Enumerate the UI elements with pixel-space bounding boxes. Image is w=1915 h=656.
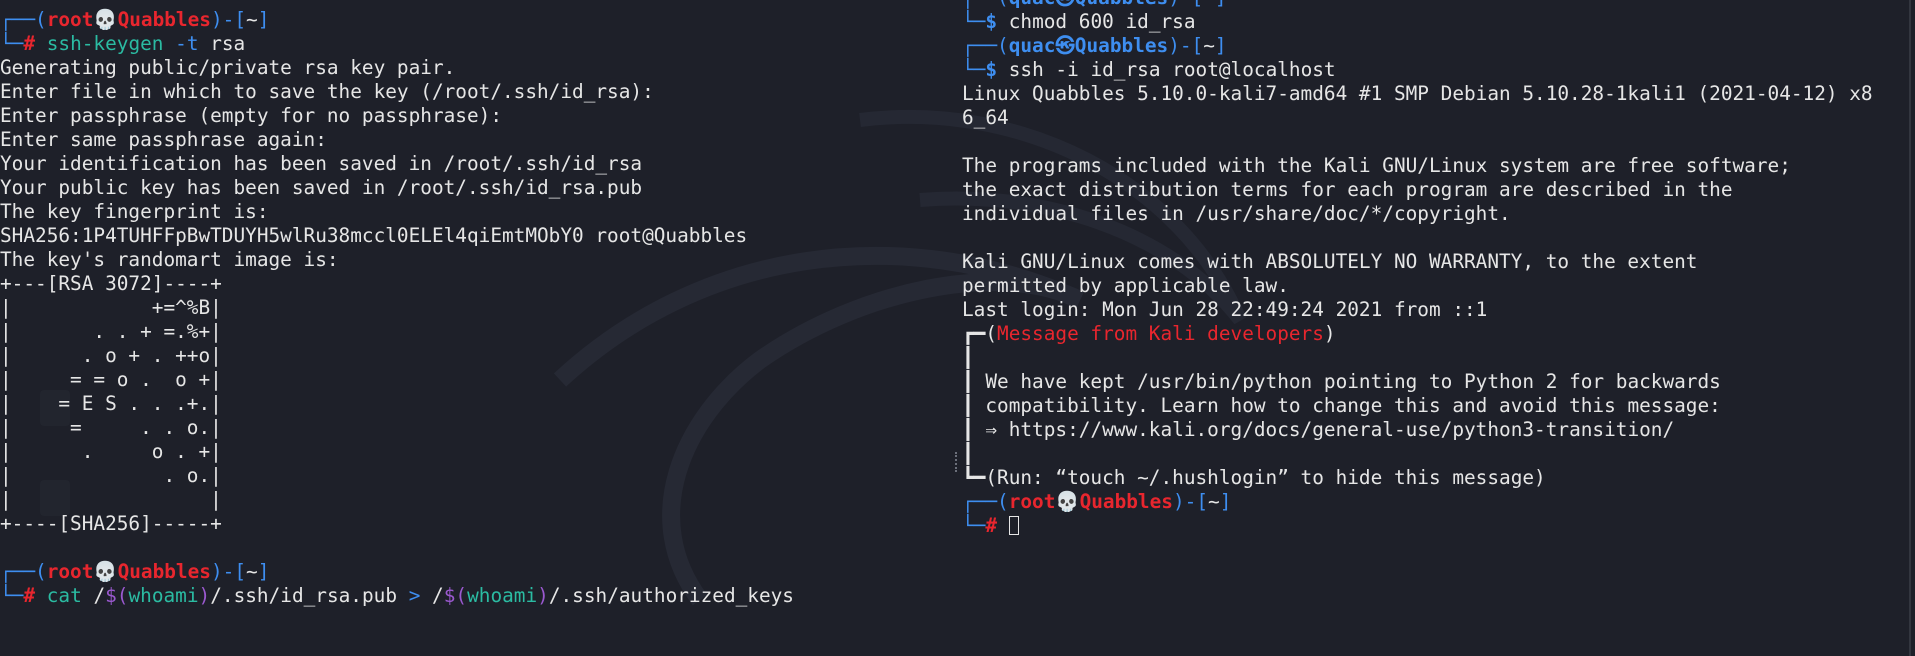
terminal-pane-left[interactable]: ┌──(root💀Quabbles)-[~] └─# ssh-keygen -t… [0, 8, 955, 648]
skull-icon: 💀 [93, 8, 118, 31]
terminal-pane-right[interactable]: ┌──(quac㉿Quabbles)-[~] └─$ chmod 600 id_… [962, 0, 1907, 626]
command-line: └─# ssh-keygen -t rsa [0, 32, 246, 55]
prompt-header: ┌──(quac㉿Quabbles)-[~] [962, 34, 1227, 57]
prompt-header: ┌──(root💀Quabbles)-[~] [0, 8, 270, 31]
kali-developer-message: ┏━(Message from Kali developers) ┃ ┃ We … [962, 322, 1721, 489]
text-cursor [1008, 516, 1019, 535]
command-output: Generating public/private rsa key pair. … [0, 56, 748, 535]
command-line: └─$ ssh -i id_rsa root@localhost [962, 58, 1336, 81]
command-line: └─$ chmod 600 id_rsa [962, 10, 1196, 33]
prompt-header: ┌──(quac㉿Quabbles)-[~] [962, 0, 1907, 10]
login-banner: Linux Quabbles 5.10.0-kali7-amd64 #1 SMP… [962, 82, 1873, 321]
pane-split-handle[interactable] [955, 452, 959, 472]
command-line[interactable]: └─# cat /$(whoami)/.ssh/id_rsa.pub > /$(… [0, 584, 955, 608]
message-title: Message from Kali developers [997, 322, 1324, 345]
prompt-header: ┌──(root💀Quabbles)-[~] [962, 490, 1232, 513]
skull-icon: 💀 [93, 560, 118, 583]
skull-icon: 💀 [1055, 490, 1080, 513]
terminal-scrollbar[interactable] [1909, 0, 1911, 656]
active-command-line[interactable]: └─# [962, 514, 1907, 538]
prompt-header: ┌──(root💀Quabbles)-[~] [0, 560, 270, 583]
python3-transition-link[interactable]: ⇒ https://www.kali.org/docs/general-use/… [985, 418, 1674, 441]
